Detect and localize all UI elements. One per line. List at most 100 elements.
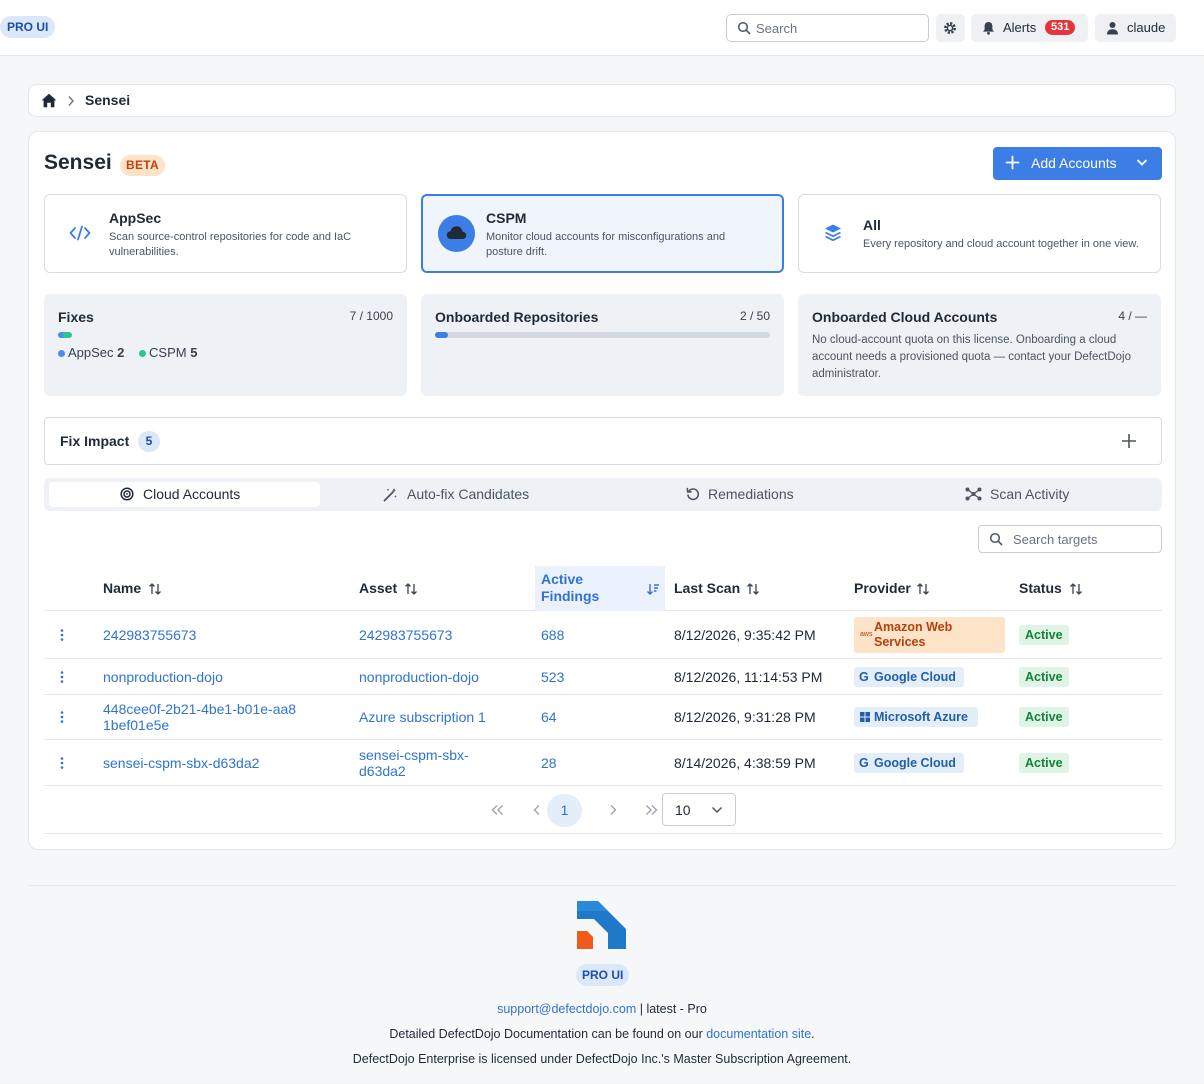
fixes-breakdown-bar bbox=[58, 332, 72, 338]
tab-scan-activity[interactable]: Scan Activity bbox=[883, 482, 1154, 507]
table-row[interactable]: 242983755673 242983755673 688 8/12/2026,… bbox=[44, 611, 1162, 659]
column-header-active-findings[interactable]: Active Findings bbox=[535, 566, 665, 611]
row-findings-link[interactable]: 688 bbox=[541, 627, 564, 643]
defectdojo-logo-icon bbox=[577, 901, 626, 949]
row-name-link[interactable]: 242983755673 bbox=[103, 627, 196, 643]
rows-per-page-select[interactable]: 10 bbox=[662, 793, 736, 826]
chevrons-left-icon bbox=[491, 805, 503, 815]
next-page-button[interactable] bbox=[595, 794, 630, 827]
row-findings-link[interactable]: 523 bbox=[541, 669, 564, 685]
tab-remediations[interactable]: Remediations bbox=[605, 482, 876, 507]
row-actions-icon[interactable] bbox=[60, 670, 64, 684]
brand-badge[interactable]: PRO UI bbox=[0, 16, 56, 38]
mode-title: All bbox=[863, 217, 881, 233]
fixes-stat-card: Fixes 7 / 1000 AppSec 2 CSPM 5 bbox=[44, 294, 407, 396]
row-asset-link[interactable]: sensei-cspm-sbx-d63da2 bbox=[359, 747, 499, 779]
row-actions-icon[interactable] bbox=[60, 628, 64, 642]
mode-description: Scan source-control repositories for cod… bbox=[109, 231, 352, 258]
quota-note: No cloud-account quota on this license. … bbox=[812, 334, 1131, 380]
legend-cspm-label: CSPM bbox=[149, 345, 187, 360]
row-asset-link[interactable]: nonproduction-dojo bbox=[359, 669, 479, 685]
provider-label: Google Cloud bbox=[874, 756, 956, 770]
chevron-right-icon bbox=[610, 805, 616, 815]
repositories-progress-bar bbox=[435, 332, 770, 338]
expand-plus-icon[interactable] bbox=[1121, 433, 1137, 449]
tab-label: Cloud Accounts bbox=[143, 486, 241, 502]
row-name-link[interactable]: 448cee0f-2b21-4be1-b01e-aa81bef01e5e bbox=[103, 701, 303, 733]
aws-logo-icon: aws bbox=[860, 631, 873, 638]
settings-button[interactable] bbox=[936, 14, 965, 42]
sort-icon[interactable] bbox=[746, 582, 760, 596]
tab-auto-fix-candidates[interactable]: Auto-fix Candidates bbox=[327, 482, 598, 507]
column-header-asset[interactable]: Asset bbox=[359, 566, 529, 611]
table-header: Name Asset Active Findings Last Scan Pro… bbox=[44, 566, 1162, 611]
sort-icon[interactable] bbox=[1069, 582, 1083, 596]
page-number-button[interactable]: 1 bbox=[547, 794, 582, 827]
row-actions-icon[interactable] bbox=[60, 756, 64, 770]
status-badge: Active bbox=[1019, 753, 1069, 773]
stat-ratio: 2 / 50 bbox=[739, 309, 770, 323]
mode-description: Monitor cloud accounts for misconfigurat… bbox=[486, 231, 726, 258]
sort-icon[interactable] bbox=[148, 582, 162, 596]
column-header-status[interactable]: Status bbox=[1019, 566, 1149, 611]
row-findings-link[interactable]: 28 bbox=[541, 755, 557, 771]
appsec-dot bbox=[58, 350, 65, 357]
alerts-button[interactable]: Alerts 531 bbox=[971, 14, 1088, 42]
mode-card-appsec[interactable]: AppSec Scan source-control repositories … bbox=[44, 194, 407, 273]
tab-cloud-accounts[interactable]: Cloud Accounts bbox=[49, 482, 320, 507]
add-accounts-button[interactable]: Add Accounts bbox=[993, 147, 1162, 180]
column-header-last-scan[interactable]: Last Scan bbox=[674, 566, 844, 611]
sort-icon[interactable] bbox=[916, 582, 930, 596]
cloud-icon bbox=[446, 226, 467, 239]
stat-ratio: 4 / — bbox=[1118, 309, 1147, 323]
code-icon bbox=[69, 225, 91, 241]
first-page-button[interactable] bbox=[480, 794, 515, 827]
user-menu-button[interactable]: claude bbox=[1095, 14, 1176, 42]
column-header-name[interactable]: Name bbox=[103, 566, 343, 611]
docs-prefix: Detailed DefectDojo Documentation can be… bbox=[389, 1027, 707, 1041]
row-actions-icon[interactable] bbox=[60, 710, 64, 724]
mode-card-cspm[interactable]: CSPM Monitor cloud accounts for misconfi… bbox=[421, 194, 784, 273]
home-icon[interactable] bbox=[41, 93, 57, 108]
provider-label: Microsoft Azure bbox=[874, 710, 968, 724]
page-title: Sensei bbox=[44, 151, 112, 174]
user-name: claude bbox=[1127, 20, 1166, 35]
chevrons-right-icon bbox=[646, 805, 658, 815]
row-name-link[interactable]: nonproduction-dojo bbox=[103, 669, 223, 685]
documentation-link[interactable]: documentation site bbox=[706, 1027, 811, 1041]
row-asset-link[interactable]: Azure subscription 1 bbox=[359, 709, 486, 725]
pagination: 1 10 bbox=[44, 786, 1162, 834]
chevron-down-icon[interactable] bbox=[1136, 158, 1148, 167]
stat-ratio: 7 / 1000 bbox=[349, 309, 393, 323]
table-row[interactable]: sensei-cspm-sbx-d63da2 sensei-cspm-sbx-d… bbox=[44, 740, 1162, 786]
footer-docs-line: Detailed DefectDojo Documentation can be… bbox=[0, 1027, 1204, 1041]
support-email-link[interactable]: support@defectdojo.com bbox=[497, 1002, 636, 1016]
column-header-label: Last Scan bbox=[674, 580, 741, 596]
chevron-right-icon bbox=[68, 96, 74, 106]
search-input[interactable] bbox=[756, 18, 921, 38]
bell-icon bbox=[983, 22, 994, 35]
add-accounts-label: Add Accounts bbox=[1031, 155, 1117, 171]
provider-badge-google-cloud: G Google Cloud bbox=[854, 753, 964, 773]
table-row[interactable]: 448cee0f-2b21-4be1-b01e-aa81bef01e5e Azu… bbox=[44, 695, 1162, 740]
table-row[interactable]: nonproduction-dojo nonproduction-dojo 52… bbox=[44, 659, 1162, 695]
fix-impact-panel[interactable]: Fix Impact 5 bbox=[44, 417, 1162, 465]
sort-descending-icon[interactable] bbox=[646, 582, 660, 596]
legend-appsec-label: AppSec bbox=[68, 345, 114, 360]
target-search-input[interactable] bbox=[1013, 530, 1153, 549]
row-name-link[interactable]: sensei-cspm-sbx-d63da2 bbox=[103, 755, 259, 771]
row-findings-link[interactable]: 64 bbox=[541, 709, 557, 725]
mode-card-all[interactable]: All Every repository and cloud account t… bbox=[798, 194, 1161, 273]
global-search[interactable] bbox=[726, 14, 929, 42]
column-header-provider[interactable]: Provider bbox=[854, 566, 1009, 611]
row-asset-link[interactable]: 242983755673 bbox=[359, 627, 452, 643]
target-search[interactable] bbox=[978, 525, 1162, 553]
footer-divider bbox=[28, 885, 1176, 886]
row-last-scan: 8/14/2026, 4:38:59 PM bbox=[674, 755, 816, 771]
legend-cspm-value: 5 bbox=[190, 345, 198, 360]
mode-title: AppSec bbox=[109, 210, 162, 226]
sort-icon[interactable] bbox=[404, 582, 418, 596]
footer-support-line: support@defectdojo.com | latest - Pro bbox=[0, 1002, 1204, 1016]
column-header-label: Asset bbox=[359, 580, 398, 596]
cloud-icon-circle bbox=[438, 215, 475, 252]
